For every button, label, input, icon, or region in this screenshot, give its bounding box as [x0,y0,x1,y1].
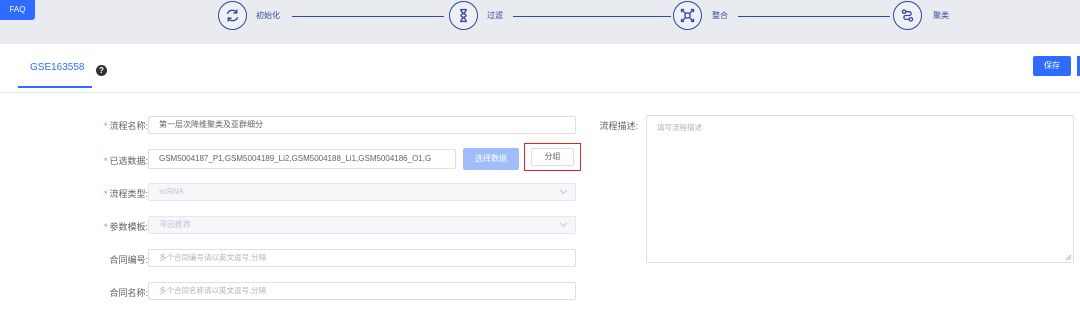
required-mark: * [103,189,108,199]
step-connector [292,16,444,17]
faq-button[interactable]: FAQ [0,0,35,20]
step-filter-icon[interactable] [449,1,478,30]
help-icon[interactable]: ? [96,65,107,76]
flow-name-input[interactable]: 第一层次降维聚类及亚群细分 [148,116,576,134]
tab-bar: GSE163558 ? 保存 [0,44,1080,93]
group-button-highlight: 分组 [524,143,581,171]
flow-type-select[interactable]: scRNA [148,183,576,201]
contract-number-input[interactable]: 多个合同编号请以英文逗号,分隔 [148,249,576,267]
required-mark: * [103,222,108,232]
step-label-init[interactable]: 初始化 [256,10,280,21]
cluster-icon [901,9,914,22]
flow-type-label: * 流程类型: [68,187,148,200]
description-textarea[interactable]: 填写流程描述 [646,115,1074,263]
refresh-icon [226,9,239,22]
flow-type-value: scRNA [159,187,184,196]
tab-gse163558[interactable]: GSE163558 [30,62,85,73]
description-label: 流程描述: [599,121,638,131]
selected-data-label-text: 已选数据: [109,156,148,166]
contract-name-input[interactable]: 多个合同名称请以英文逗号,分隔 [148,282,576,300]
step-label-filter[interactable]: 过滤 [487,10,503,21]
step-integrate-icon[interactable] [673,1,702,30]
step-cluster-icon[interactable] [893,1,922,30]
hourglass-icon [460,8,467,23]
contract-number-label: 合同编号: [109,255,148,265]
flow-name-label: * 流程名称: [68,119,148,132]
step-label-cluster[interactable]: 聚类 [933,10,949,21]
param-template-select[interactable]: 寻因推荐 [148,216,576,234]
param-template-value: 寻因推荐 [159,220,191,229]
flow-name-label-text: 流程名称: [109,121,148,131]
description-placeholder: 填写流程描述 [657,123,702,132]
required-mark: * [103,121,108,131]
step-init-icon[interactable] [218,1,247,30]
required-mark: * [103,156,108,166]
contract-name-label: 合同名称: [109,288,148,298]
resize-handle-icon[interactable] [1066,255,1071,260]
save-button[interactable]: 保存 [1033,56,1071,76]
param-template-label: * 参数模板: [68,220,148,233]
step-connector [513,16,671,17]
group-button[interactable]: 分组 [531,148,574,166]
chevron-down-icon [559,219,568,228]
param-template-label-text: 参数模板: [109,222,148,232]
integrate-icon [680,8,695,23]
chevron-down-icon [559,186,568,195]
flow-type-label-text: 流程类型: [109,189,148,199]
selected-data-input[interactable]: GSM5004187_P1,GSM5004189_Li2,GSM5004188_… [148,149,456,169]
step-connector [738,16,890,17]
selected-data-label: * 已选数据: [68,154,148,167]
active-tab-indicator [18,86,92,88]
select-data-button[interactable]: 选择数据 [463,148,519,170]
workflow-steps-bar: FAQ 初始化 过滤 整合 聚类 [0,0,1080,44]
step-label-integrate[interactable]: 整合 [712,10,728,21]
